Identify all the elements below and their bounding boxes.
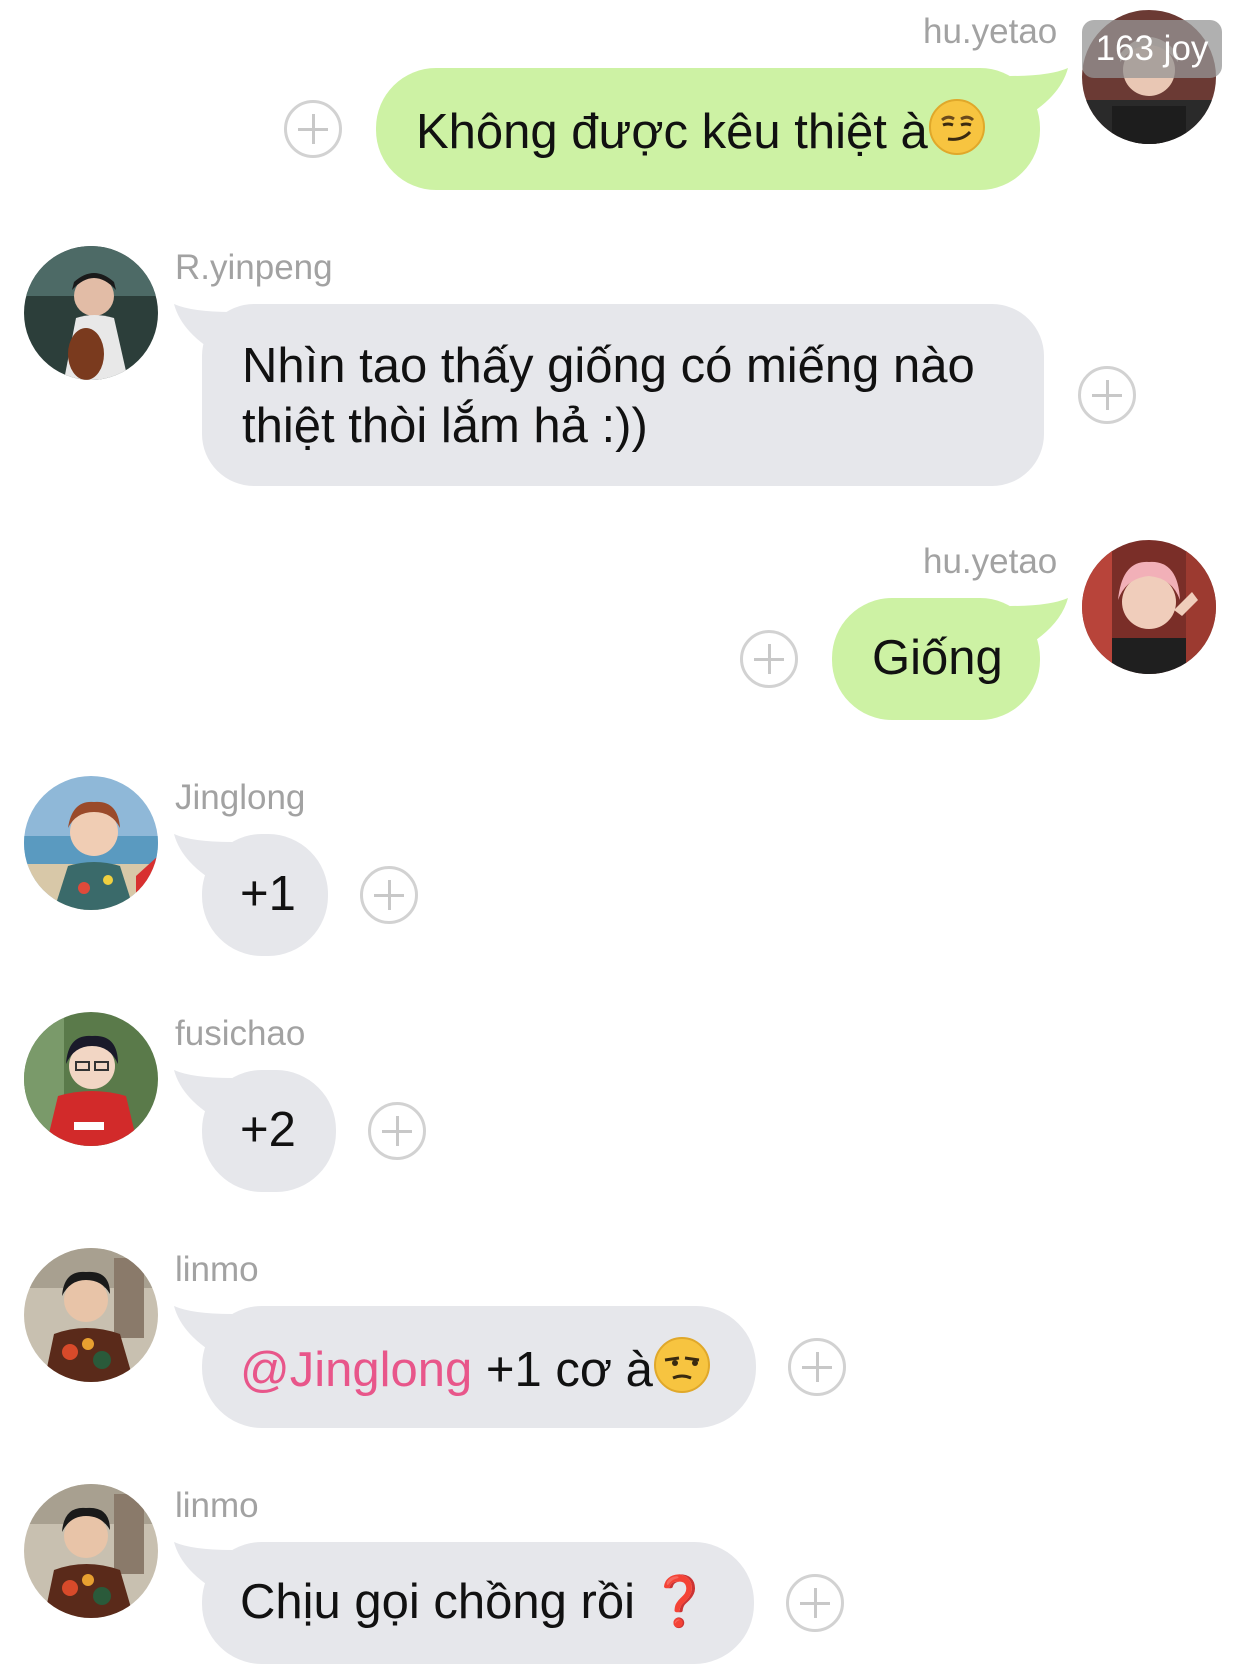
chat-bubble[interactable]: Chịu gọi chồng rồi ❓ bbox=[202, 1542, 754, 1664]
chat-bubble[interactable]: Không được kêu thiệt à bbox=[376, 68, 1040, 190]
avatar[interactable] bbox=[24, 246, 158, 380]
add-reaction-button[interactable] bbox=[786, 1574, 844, 1632]
chat-bubble[interactable]: Nhìn tao thấy giống có miếng nào thiệt t… bbox=[202, 304, 1044, 486]
sender-name: linmo bbox=[175, 1250, 259, 1289]
sender-name: Jinglong bbox=[175, 778, 306, 817]
sender-name: hu.yetao bbox=[923, 12, 1058, 51]
message-text: Giống bbox=[872, 631, 1003, 685]
add-reaction-button[interactable] bbox=[368, 1102, 426, 1160]
sender-name: R.yinpeng bbox=[175, 248, 333, 287]
avatar[interactable] bbox=[24, 1012, 158, 1146]
message-text: Không được kêu thiệt à bbox=[416, 105, 928, 159]
unamused-face-icon bbox=[653, 1336, 711, 1394]
add-reaction-button[interactable] bbox=[740, 630, 798, 688]
chat-bubble[interactable]: Giống bbox=[832, 598, 1040, 720]
mention-link[interactable]: @Jinglong bbox=[240, 1343, 472, 1397]
add-reaction-button[interactable] bbox=[788, 1338, 846, 1396]
avatar[interactable] bbox=[24, 776, 158, 910]
chat-bubble[interactable]: +1 bbox=[202, 834, 328, 956]
question-mark-icon: ❓ bbox=[648, 1575, 710, 1629]
add-reaction-button[interactable] bbox=[284, 100, 342, 158]
message-text: Chịu gọi chồng rồi bbox=[240, 1575, 635, 1629]
message-text: +1 bbox=[240, 867, 296, 921]
sender-name: hu.yetao bbox=[923, 542, 1058, 581]
sender-name: fusichao bbox=[175, 1014, 306, 1053]
avatar[interactable] bbox=[24, 1248, 158, 1382]
avatar[interactable] bbox=[1082, 540, 1216, 674]
smirking-face-icon bbox=[928, 98, 986, 156]
avatar[interactable] bbox=[24, 1484, 158, 1618]
add-reaction-button[interactable] bbox=[360, 866, 418, 924]
add-reaction-button[interactable] bbox=[1078, 366, 1136, 424]
chat-bubble[interactable]: +2 bbox=[202, 1070, 336, 1192]
message-text-line: thiệt thòi lắm hả :)) bbox=[242, 399, 648, 453]
message-text: +1 cơ à bbox=[472, 1343, 653, 1397]
message-text: +2 bbox=[240, 1103, 296, 1157]
watermark-badge: 163 joy bbox=[1082, 20, 1222, 78]
chat-bubble[interactable]: @Jinglong +1 cơ à bbox=[202, 1306, 756, 1428]
sender-name: linmo bbox=[175, 1486, 259, 1525]
message-text-line: Nhìn tao thấy giống có miếng nào bbox=[242, 339, 975, 393]
